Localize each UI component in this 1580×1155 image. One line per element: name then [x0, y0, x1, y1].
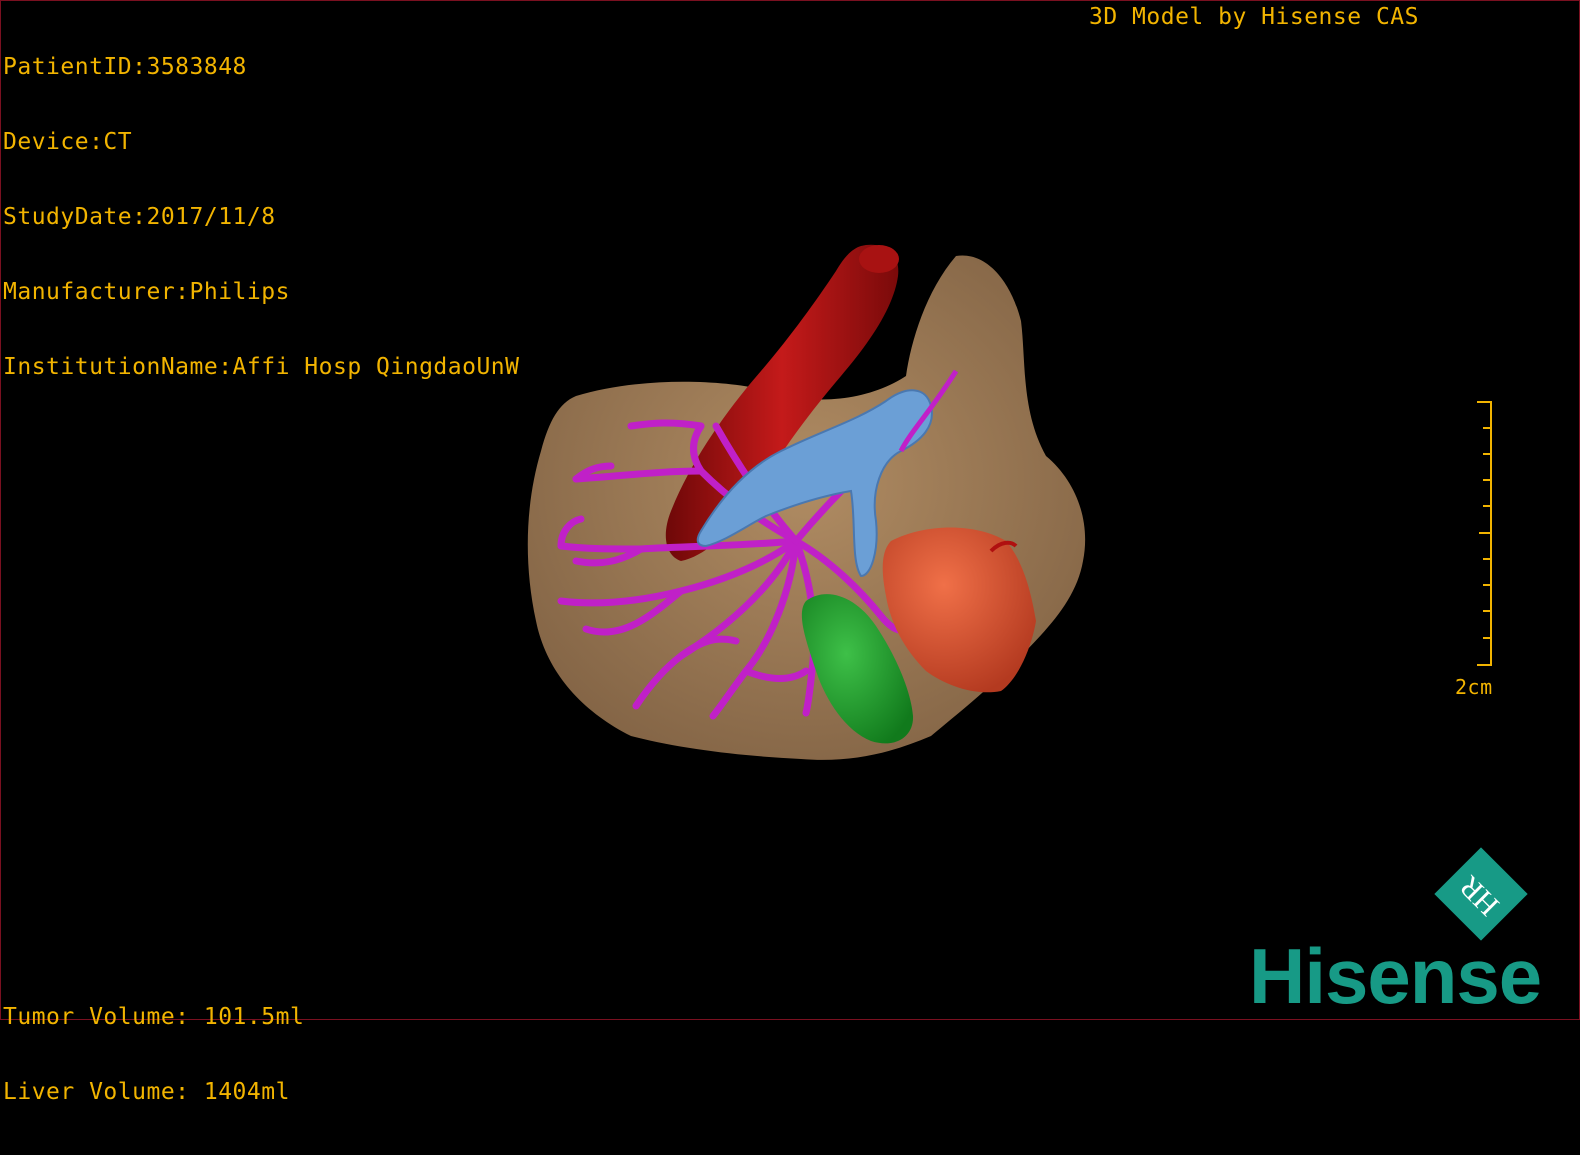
vendor-title: 3D Model by Hisense CAS	[1089, 4, 1419, 30]
3d-viewport[interactable]: PatientID:3583848 Device:CT StudyDate:20…	[0, 0, 1580, 1105]
manufacturer-text: Manufacturer:Philips	[3, 279, 290, 305]
liver-volume-text: Liver Volume: 1404ml	[3, 1079, 290, 1105]
aorta-top	[859, 245, 899, 273]
scale-bar	[1477, 401, 1492, 666]
device-text: Device:CT	[3, 129, 133, 155]
hisense-logo-text: Hisense	[1249, 932, 1542, 1020]
patient-id-text: PatientID:3583848	[3, 54, 247, 80]
scale-label: 2cm	[1455, 675, 1493, 699]
institution-text: InstitutionName:Affi Hosp QingdaoUnW	[3, 354, 520, 380]
volume-info: Tumor Volume: 101.5ml Liver Volume: 1404…	[3, 955, 304, 1155]
study-date-text: StudyDate:2017/11/8	[3, 204, 276, 230]
tumor-volume-text: Tumor Volume: 101.5ml	[3, 1004, 305, 1030]
study-info: PatientID:3583848 Device:CT StudyDate:20…	[3, 5, 520, 430]
